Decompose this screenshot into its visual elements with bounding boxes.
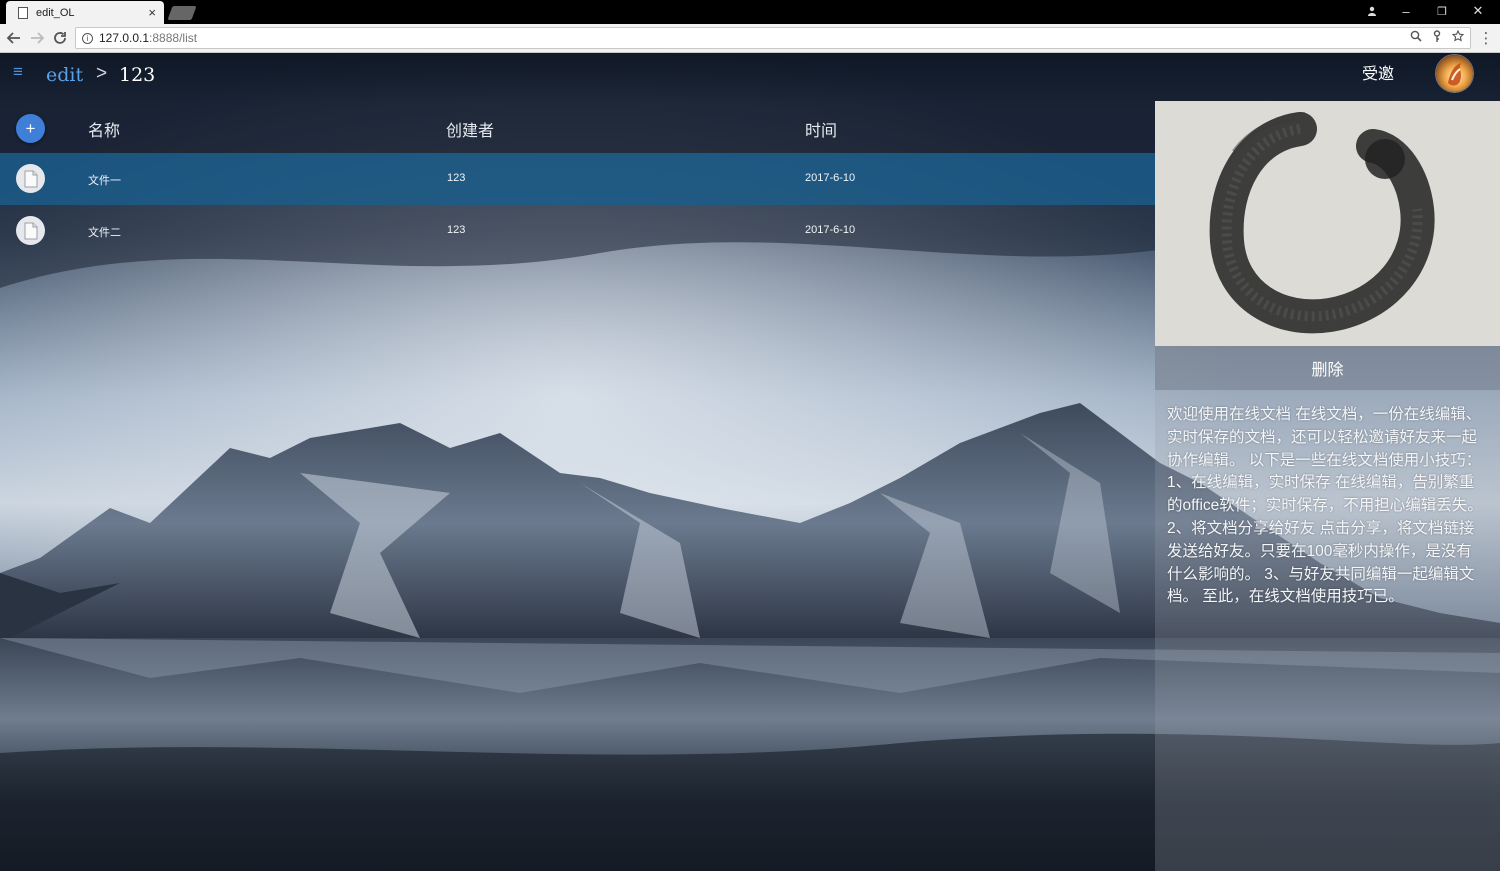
file-name[interactable]: 文件二 bbox=[88, 224, 121, 240]
browser-titlebar: edit_OL × – ❐ ✕ bbox=[0, 0, 1500, 24]
menu-icon[interactable]: ⋮ bbox=[1478, 27, 1494, 49]
file-name[interactable]: 文件一 bbox=[88, 172, 121, 188]
file-description: 欢迎使用在线文档 在线文档，一份在线编辑、实时保存的文档，还可以轻松邀请好友来一… bbox=[1167, 406, 1483, 606]
new-tab-button[interactable] bbox=[167, 6, 197, 20]
tab-close-icon[interactable]: × bbox=[148, 5, 156, 20]
forward-icon[interactable] bbox=[26, 27, 48, 49]
url-path: :8888/list bbox=[149, 31, 198, 45]
hamburger-menu-icon[interactable]: ≡ bbox=[13, 63, 31, 80]
invited-link[interactable]: 受邀 bbox=[1362, 60, 1394, 84]
table-header: + 名称 创建者 时间 bbox=[0, 103, 1155, 153]
breadcrumb-separator: > bbox=[96, 63, 108, 84]
reload-icon[interactable] bbox=[49, 27, 71, 49]
add-file-button[interactable]: + bbox=[16, 114, 45, 143]
file-creator: 123 bbox=[447, 224, 466, 236]
file-icon bbox=[16, 164, 45, 193]
star-icon[interactable] bbox=[1451, 29, 1465, 45]
profile-icon[interactable] bbox=[1354, 0, 1390, 22]
user-avatar[interactable] bbox=[1435, 54, 1474, 93]
minimize-button[interactable]: – bbox=[1388, 0, 1424, 22]
breadcrumb-current: 123 bbox=[119, 64, 156, 86]
column-header-name[interactable]: 名称 bbox=[88, 117, 120, 141]
app-header: ≡ edit > 123 受邀 bbox=[0, 53, 1500, 103]
file-preview-image bbox=[1155, 101, 1500, 346]
file-creator: 123 bbox=[447, 172, 466, 184]
address-bar[interactable]: i 127.0.0.1 :8888/list bbox=[75, 27, 1471, 49]
table-row[interactable]: 文件二 123 2017-6-10 bbox=[0, 205, 1155, 257]
file-icon bbox=[16, 216, 45, 245]
page-viewport: ≡ edit > 123 受邀 + 名称 创建者 时间 文件一 123 2017… bbox=[0, 53, 1500, 871]
column-header-time[interactable]: 时间 bbox=[805, 117, 837, 141]
back-icon[interactable] bbox=[3, 27, 25, 49]
tab-title: edit_OL bbox=[36, 6, 75, 19]
close-window-button[interactable]: ✕ bbox=[1460, 0, 1496, 22]
breadcrumb-root[interactable]: edit bbox=[46, 64, 83, 86]
zoom-icon[interactable] bbox=[1410, 30, 1422, 45]
file-table: + 名称 创建者 时间 文件一 123 2017-6-10 文件二 123 20… bbox=[0, 103, 1155, 257]
url-host: 127.0.0.1 bbox=[99, 31, 150, 45]
delete-label: 删除 bbox=[1311, 362, 1344, 379]
info-icon[interactable]: i bbox=[82, 32, 93, 44]
browser-tab[interactable]: edit_OL × bbox=[6, 1, 164, 24]
page-icon bbox=[18, 6, 28, 19]
file-detail-panel: 删除 欢迎使用在线文档 在线文档，一份在线编辑、实时保存的文档，还可以轻松邀请好… bbox=[1155, 101, 1500, 871]
column-header-creator[interactable]: 创建者 bbox=[446, 117, 494, 141]
table-row[interactable]: 文件一 123 2017-6-10 bbox=[0, 153, 1155, 205]
browser-toolbar: i 127.0.0.1 :8888/list ⋮ bbox=[0, 24, 1500, 53]
maximize-button[interactable]: ❐ bbox=[1424, 0, 1460, 22]
file-time: 2017-6-10 bbox=[805, 224, 856, 236]
key-icon[interactable] bbox=[1431, 30, 1443, 45]
delete-button[interactable]: 删除 bbox=[1155, 346, 1500, 390]
file-time: 2017-6-10 bbox=[805, 172, 856, 184]
